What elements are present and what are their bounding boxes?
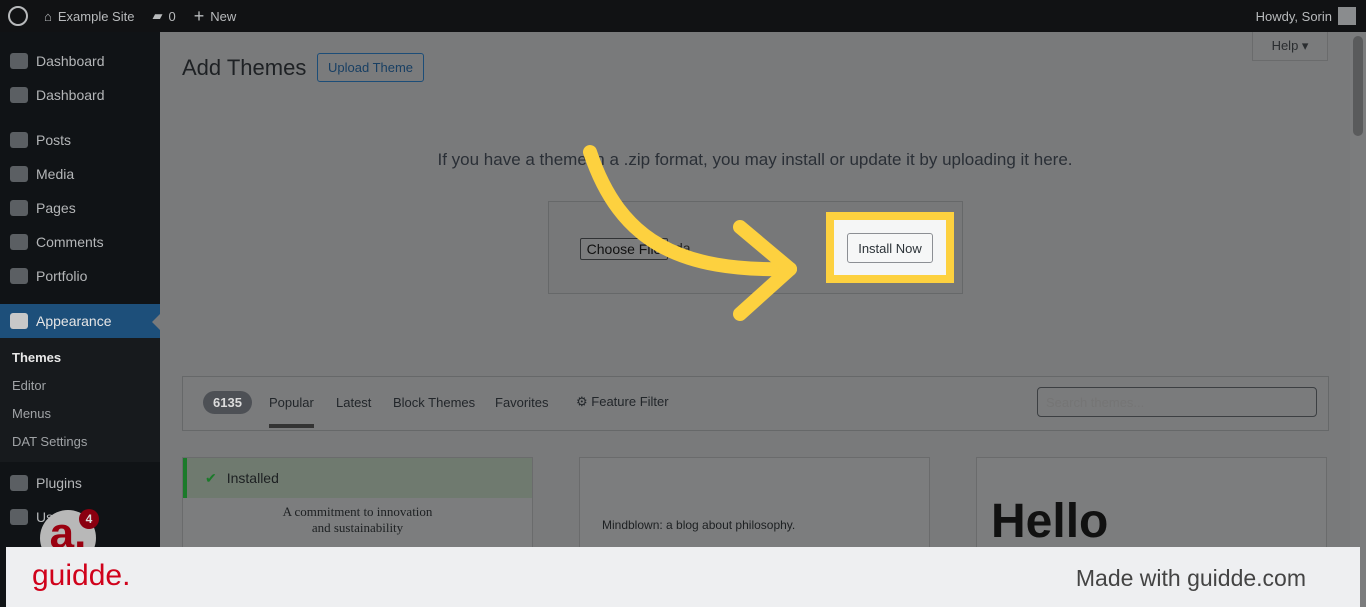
feature-filter-button[interactable]: ⚙ Feature Filter [576, 394, 669, 410]
sidebar-item-posts[interactable]: Posts [0, 123, 160, 157]
theme-count: 6135 [203, 391, 252, 414]
comment-icon: ▰ [152, 8, 163, 23]
tab-favorites[interactable]: Favorites [495, 395, 548, 410]
user-icon [10, 509, 28, 525]
page-title: Add Themes [182, 55, 307, 80]
sidebar-item-plugins[interactable]: Plugins [0, 466, 160, 500]
plugin-icon [10, 475, 28, 491]
install-now-button[interactable]: Install Now [847, 233, 933, 263]
guidde-logo: guidde. [32, 559, 131, 592]
sidebar-item-media[interactable]: Media [0, 157, 160, 191]
tab-popular[interactable]: Popular [269, 395, 314, 428]
tab-latest[interactable]: Latest [336, 395, 371, 410]
search-themes-input[interactable] [1037, 387, 1317, 417]
submenu-editor[interactable]: Editor [0, 372, 160, 400]
sidebar-item-dashboard[interactable]: Dashboard [0, 44, 160, 78]
media-icon [10, 166, 28, 182]
users-badge: 4 [79, 509, 99, 529]
wordpress-logo-icon[interactable] [8, 6, 28, 26]
scrollbar[interactable] [1350, 32, 1366, 607]
comments-link[interactable]: ▰ 0 [152, 8, 175, 24]
installed-badge: ✔ Installed [183, 458, 532, 498]
home-icon: ⌂ [44, 8, 52, 24]
submenu-dat-settings[interactable]: DAT Settings [0, 428, 160, 456]
theme-preview-heading: A commitment to innovation and sustainab… [282, 504, 433, 535]
upload-theme-button[interactable]: Upload Theme [317, 53, 425, 82]
guidde-tagline: Made with guidde.com [1075, 565, 1306, 591]
site-link[interactable]: ⌂ Example Site [44, 9, 134, 24]
portfolio-icon [10, 268, 28, 284]
dashboard-icon [10, 53, 28, 69]
account-menu[interactable]: Howdy, Sorin [1256, 7, 1356, 25]
theme-preview-heading: Mindblown: a blog about philosophy. [602, 518, 796, 532]
tab-block-themes[interactable]: Block Themes [393, 395, 475, 410]
main-content: Add Themes Upload Theme Help ▾ If you ha… [160, 32, 1350, 607]
avatar [1338, 7, 1356, 25]
appearance-submenu: Themes Editor Menus DAT Settings [0, 338, 160, 462]
install-highlight: Install Now [826, 212, 954, 283]
pages-icon [10, 200, 28, 216]
admin-bar: ⌂ Example Site ▰ 0 + New Howdy, Sorin [0, 0, 1366, 32]
sidebar-item-appearance[interactable]: Appearance [0, 304, 160, 338]
sidebar-item-pages[interactable]: Pages [0, 191, 160, 225]
theme-filter-bar: 6135 Popular Latest Block Themes Favorit… [182, 376, 1329, 431]
comment-icon [10, 234, 28, 250]
pin-icon [10, 132, 28, 148]
theme-preview-heading: Hello [991, 495, 1109, 548]
plus-icon: + [193, 5, 205, 26]
guidde-footer: guidde. Made with guidde.com [6, 547, 1360, 607]
check-icon: ✔ [205, 469, 217, 486]
dashboard-icon [10, 87, 28, 103]
sidebar-item-dashboard-2[interactable]: Dashboard [0, 78, 160, 112]
submenu-themes[interactable]: Themes [0, 344, 160, 372]
brush-icon [10, 313, 28, 329]
help-button[interactable]: Help ▾ [1252, 32, 1328, 61]
sidebar-item-comments[interactable]: Comments [0, 225, 160, 259]
submenu-menus[interactable]: Menus [0, 400, 160, 428]
sidebar-item-portfolio[interactable]: Portfolio [0, 259, 160, 293]
gear-icon: ⚙ [576, 394, 592, 409]
new-link[interactable]: + New [194, 6, 237, 27]
arrow-annotation [583, 145, 797, 321]
